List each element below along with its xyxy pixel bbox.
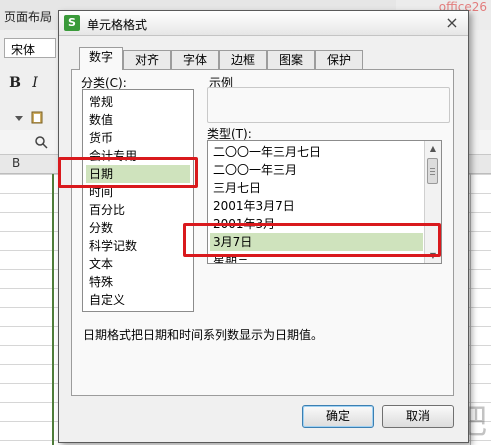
grip-line bbox=[430, 171, 435, 172]
tab-protection[interactable]: 保护 bbox=[315, 50, 363, 69]
dropdown-arrow-icon[interactable] bbox=[12, 111, 26, 125]
grip-line bbox=[430, 174, 435, 175]
close-button[interactable]: × bbox=[442, 14, 462, 32]
category-scientific[interactable]: 科学记数 bbox=[86, 237, 190, 255]
category-custom[interactable]: 自定义 bbox=[86, 291, 190, 309]
tab-border[interactable]: 边框 bbox=[219, 50, 267, 69]
paste-icon[interactable] bbox=[30, 110, 44, 124]
category-text[interactable]: 文本 bbox=[86, 255, 190, 273]
ok-button[interactable]: 确定 bbox=[302, 405, 374, 428]
bold-button[interactable]: B bbox=[4, 72, 26, 94]
selection-border bbox=[52, 174, 54, 445]
category-percentage[interactable]: 百分比 bbox=[86, 201, 190, 219]
tab-pattern[interactable]: 图案 bbox=[267, 50, 315, 69]
category-general[interactable]: 常规 bbox=[86, 93, 190, 111]
tab-alignment[interactable]: 对齐 bbox=[123, 50, 171, 69]
type-item[interactable]: 三月七日 bbox=[210, 179, 423, 197]
highlight-date-category bbox=[58, 157, 198, 188]
format-description: 日期格式把日期和时间系列数显示为日期值。 bbox=[83, 328, 324, 342]
highlight-date-type bbox=[183, 223, 441, 257]
sample-preview bbox=[207, 87, 450, 123]
scroll-thumb[interactable] bbox=[427, 158, 438, 184]
zoom-icon[interactable] bbox=[34, 135, 48, 149]
category-fraction[interactable]: 分数 bbox=[86, 219, 190, 237]
category-number[interactable]: 数值 bbox=[86, 111, 190, 129]
type-item[interactable]: 二〇〇一年三月 bbox=[210, 161, 423, 179]
scroll-up-icon[interactable]: ▲ bbox=[425, 141, 441, 156]
tab-number[interactable]: 数字 bbox=[79, 47, 123, 70]
grip-line bbox=[430, 168, 435, 169]
wps-app-icon: S bbox=[64, 15, 80, 31]
column-header-b[interactable]: B bbox=[12, 156, 20, 170]
category-currency[interactable]: 货币 bbox=[86, 129, 190, 147]
tab-font[interactable]: 字体 bbox=[171, 50, 219, 69]
cancel-button[interactable]: 取消 bbox=[382, 405, 454, 428]
menu-page-layout[interactable]: 页面布局 bbox=[4, 8, 52, 25]
type-item[interactable]: 二〇〇一年三月七日 bbox=[210, 143, 423, 161]
italic-button[interactable]: I bbox=[24, 72, 46, 94]
type-item[interactable]: 2001年3月7日 bbox=[210, 197, 423, 215]
font-name-box[interactable]: 宋体 bbox=[4, 38, 56, 58]
dialog-title: 单元格格式 bbox=[87, 18, 148, 32]
dialog-title-bar[interactable]: S 单元格格式 × bbox=[59, 11, 468, 36]
category-special[interactable]: 特殊 bbox=[86, 273, 190, 291]
category-list[interactable]: 常规 数值 货币 会计专用 日期 时间 百分比 分数 科学记数 文本 特殊 自定… bbox=[82, 89, 194, 312]
